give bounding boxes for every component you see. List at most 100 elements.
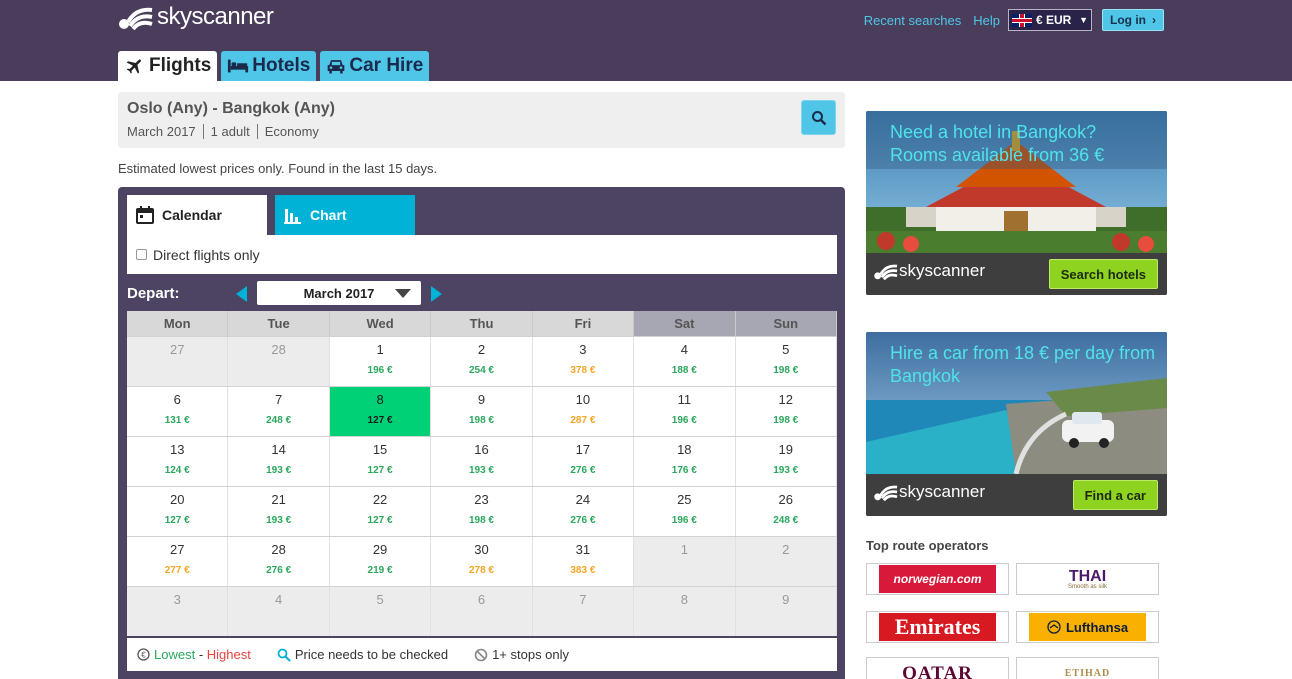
currency-select[interactable]: € EUR ▼ bbox=[1008, 9, 1092, 31]
edit-search-button[interactable] bbox=[801, 100, 836, 135]
logo-wordmark: skyscanner bbox=[157, 3, 274, 30]
lufthansa-logo: Lufthansa bbox=[1029, 613, 1146, 641]
operator-thai[interactable]: THAI Smooth as silk bbox=[1016, 563, 1159, 595]
tab-car-hire[interactable]: Car Hire bbox=[320, 51, 430, 81]
operator-norwegian[interactable]: norwegian.com bbox=[866, 563, 1009, 595]
calendar-day[interactable]: 19 193 € bbox=[735, 437, 837, 486]
calendar-day[interactable]: 23 198 € bbox=[431, 487, 533, 536]
tab-hotels[interactable]: Hotels bbox=[221, 51, 317, 81]
prev-month-arrow-icon[interactable] bbox=[236, 286, 247, 302]
svg-text:€: € bbox=[141, 651, 146, 660]
help-link[interactable]: Help bbox=[973, 13, 1000, 28]
calendar-day[interactable]: 24 276 € bbox=[532, 487, 635, 536]
day-number: 7 bbox=[579, 592, 587, 607]
emirates-logo: Emirates bbox=[879, 613, 996, 641]
legend-check-label: Price needs to be checked bbox=[294, 647, 449, 662]
calendar-day[interactable]: 31 383 € bbox=[532, 537, 635, 586]
calendar-day[interactable]: 14 193 € bbox=[228, 437, 330, 486]
calendar-day: 2 bbox=[735, 537, 837, 586]
calendar-day[interactable]: 15 127 € bbox=[329, 437, 432, 486]
calendar-day[interactable]: 6 131 € bbox=[127, 387, 229, 436]
day-price: 198 € bbox=[773, 365, 799, 376]
day-number: 6 bbox=[477, 592, 486, 607]
calendar-grid: Mon Tue Wed Thu Fri Sat Sun 27 28 1 196 €2 2… bbox=[127, 311, 837, 636]
operator-emirates[interactable]: Emirates bbox=[866, 611, 1009, 643]
day-number: 4 bbox=[680, 342, 688, 357]
calendar-icon bbox=[136, 206, 154, 224]
day-number: 6 bbox=[173, 392, 181, 407]
day-price: 248 € bbox=[266, 415, 292, 426]
calendar-day[interactable]: 2 254 € bbox=[431, 337, 533, 386]
currency-label: € EUR bbox=[1036, 13, 1072, 27]
tab-flights-label: Flights bbox=[149, 55, 212, 76]
calendar-day[interactable]: 9 198 € bbox=[431, 387, 533, 436]
next-month-arrow-icon[interactable] bbox=[431, 286, 442, 302]
calendar-day[interactable]: 10 287 € bbox=[532, 387, 635, 436]
calendar-day[interactable]: 27 277 € bbox=[127, 537, 229, 586]
day-number: 20 bbox=[169, 492, 185, 507]
hotel-ad[interactable]: Need a hotel in Bangkok? Rooms available… bbox=[866, 111, 1167, 295]
calendar-day[interactable]: 16 193 € bbox=[431, 437, 533, 486]
tab-chart[interactable]: Chart bbox=[275, 195, 415, 235]
uk-flag-icon bbox=[1012, 13, 1032, 27]
day-number: 31 bbox=[575, 542, 591, 557]
weekday-thu: Thu bbox=[431, 311, 533, 336]
legend-highest: Highest bbox=[206, 647, 251, 662]
calendar-day[interactable]: 28 276 € bbox=[228, 537, 330, 586]
day-number: 29 bbox=[372, 542, 388, 557]
day-price: 248 € bbox=[773, 515, 799, 526]
calendar-day[interactable]: 13 124 € bbox=[127, 437, 229, 486]
tab-flights[interactable]: Flights bbox=[118, 51, 218, 81]
calendar-day[interactable]: 4 188 € bbox=[634, 337, 736, 386]
calendar-day[interactable]: 29 219 € bbox=[329, 537, 432, 586]
ad-logo-text: skyscanner bbox=[899, 261, 985, 280]
calendar-day[interactable]: 20 127 € bbox=[127, 487, 229, 536]
calendar-day[interactable]: 7 248 € bbox=[228, 387, 330, 436]
login-button[interactable]: Log in › bbox=[1102, 9, 1164, 31]
calendar-weeks: 27 28 1 196 €2 254 €3 378 €4 188 €5 198 €6 131 €… bbox=[127, 336, 837, 636]
route-title: Oslo (Any) - Bangkok (Any) bbox=[127, 100, 336, 117]
calendar-day[interactable]: 21 193 € bbox=[228, 487, 330, 536]
car-ad-footer: skyscanner Find a car bbox=[866, 474, 1167, 516]
month-select[interactable]: March 2017 bbox=[257, 281, 421, 305]
day-price: 196 € bbox=[671, 415, 697, 426]
calendar-day[interactable]: 17 276 € bbox=[532, 437, 635, 486]
calendar-day[interactable]: 3 378 € bbox=[532, 337, 635, 386]
calendar-day: 6 bbox=[431, 587, 533, 636]
calendar-day-selected[interactable]: 8 127 € bbox=[329, 387, 432, 436]
day-price: 196 € bbox=[367, 365, 393, 376]
product-tabs: Flights Hotels Car Hire bbox=[118, 51, 433, 81]
operator-etihad[interactable]: ETIHAD bbox=[1016, 657, 1159, 679]
calendar-day[interactable]: 1 196 € bbox=[329, 337, 432, 386]
direct-flights-label[interactable]: Direct flights only bbox=[153, 247, 260, 263]
day-price: 131 € bbox=[164, 415, 190, 426]
day-number: 1 bbox=[680, 542, 688, 557]
price-coin-icon: € bbox=[137, 648, 150, 661]
day-number: 12 bbox=[778, 392, 793, 407]
calendar-day[interactable]: 25 196 € bbox=[634, 487, 736, 536]
calendar-day[interactable]: 5 198 € bbox=[735, 337, 837, 386]
calendar-day[interactable]: 26 248 € bbox=[735, 487, 837, 536]
legend-price-range: € Lowest - Highest bbox=[137, 647, 251, 662]
calendar-day[interactable]: 18 176 € bbox=[634, 437, 736, 486]
bar-chart-icon bbox=[284, 209, 301, 224]
search-passengers: 1 adult bbox=[202, 124, 257, 139]
car-ad[interactable]: Hire a car from 18 € per day from Bangko… bbox=[866, 332, 1167, 516]
calendar-day[interactable]: 12 198 € bbox=[735, 387, 837, 436]
operator-etihad-name: ETIHAD bbox=[1064, 668, 1111, 679]
tab-calendar[interactable]: Calendar bbox=[127, 195, 267, 235]
operator-lufthansa[interactable]: Lufthansa bbox=[1016, 611, 1159, 643]
recent-searches-link[interactable]: Recent searches bbox=[864, 13, 962, 28]
calendar-day[interactable]: 30 278 € bbox=[431, 537, 533, 586]
direct-flights-checkbox[interactable] bbox=[136, 249, 147, 260]
bed-icon bbox=[228, 59, 249, 73]
calendar-day[interactable]: 11 196 € bbox=[634, 387, 736, 436]
day-number: 3 bbox=[173, 592, 181, 607]
find-a-car-button[interactable]: Find a car bbox=[1072, 480, 1158, 510]
operator-qatar[interactable]: QATAR bbox=[866, 657, 1009, 679]
skyscanner-logo[interactable]: skyscanner bbox=[118, 3, 274, 31]
calendar-day[interactable]: 22 127 € bbox=[329, 487, 432, 536]
day-number: 8 bbox=[376, 392, 384, 407]
search-hotels-button[interactable]: Search hotels bbox=[1048, 259, 1158, 289]
crane-icon bbox=[1047, 620, 1061, 634]
